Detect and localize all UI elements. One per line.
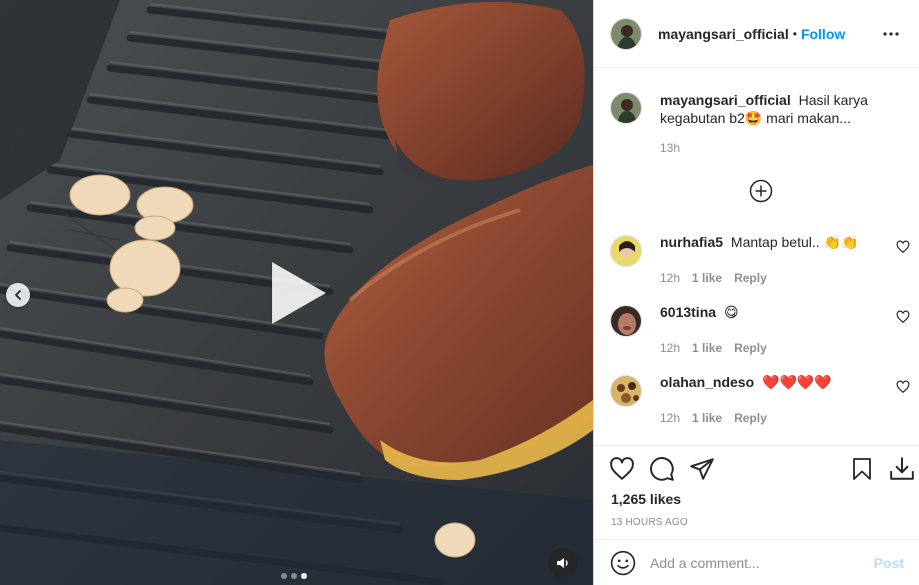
play-icon [271,261,328,325]
comment-username[interactable]: olahan_ndeso [660,374,754,390]
post-timestamp[interactable]: 13 HOURS AGO [611,517,688,528]
avatar-image [611,376,641,406]
heart-icon[interactable] [896,310,910,324]
post-sidebar: mayangsari_official • Follow mayangsari_… [593,0,919,585]
commenter-avatar[interactable] [610,305,642,337]
commenter-avatar[interactable] [610,375,642,407]
post-actions: 1,265 likes 13 HOURS AGO [594,445,919,539]
plus-circle-icon [749,179,773,203]
slide-dot [291,573,297,579]
comment-time[interactable]: 12h [660,411,680,425]
comment-text-block: olahan_ndeso ❤️❤️❤️❤️ [660,373,910,407]
post-media[interactable] [0,0,593,585]
comment-button[interactable] [648,455,676,483]
chevron-left-icon [15,290,21,300]
caption-time[interactable]: 13h [660,141,680,155]
caption-username[interactable]: mayangsari_official [660,92,791,108]
author-avatar[interactable] [610,17,642,50]
post-header: mayangsari_official • Follow [594,0,919,68]
like-button[interactable] [608,455,636,483]
avatar-image [611,236,641,266]
comment-likes[interactable]: 1 like [692,411,722,425]
emoji-icon[interactable] [610,550,636,576]
comment-item: 6013tina 😋 12h 1 like Reply [610,304,910,355]
comment-likes[interactable]: 1 like [692,341,722,355]
slide-dot-active [301,573,307,579]
play-button[interactable] [262,258,332,328]
avatar-image [611,18,641,49]
share-icon [690,458,714,480]
comment-meta: 12h 1 like Reply [660,271,910,285]
speaker-icon [557,558,568,568]
commenter-avatar[interactable] [610,235,642,267]
heart-icon [610,457,634,480]
caption-text-block: mayangsari_official Hasil karya kegabuta… [660,91,910,127]
comment-meta: 12h 1 like Reply [660,411,910,425]
comment-time[interactable]: 12h [660,271,680,285]
heart-icon[interactable] [896,380,910,394]
heart-icon[interactable] [896,240,910,254]
slide-indicator [281,573,307,579]
comment-meta: 12h 1 like Reply [660,341,910,355]
post-caption: mayangsari_official Hasil karya kegabuta… [610,91,910,155]
comment-text: Mantap betul.. 👏👏 [730,234,859,250]
download-button[interactable] [888,455,916,483]
comment-username[interactable]: 6013tina [660,304,716,320]
add-comment-bar: Post [594,539,919,585]
separator-dot: • [792,26,797,41]
comment-time[interactable]: 12h [660,341,680,355]
post-comment-button[interactable]: Post [874,555,904,571]
author-username[interactable]: mayangsari_official [658,26,789,42]
more-options-button[interactable] [879,22,903,46]
avatar-image [611,93,641,123]
comment-text: ❤️❤️❤️❤️ [762,374,832,390]
follow-button[interactable]: Follow [801,26,845,42]
caption-meta: 13h [660,141,910,155]
download-icon [890,457,914,480]
comments-section[interactable]: mayangsari_official Hasil karya kegabuta… [594,69,919,445]
comment-icon [650,457,674,481]
comment-text-block: 6013tina 😋 [660,303,910,337]
author-avatar[interactable] [610,92,642,124]
comment-text-block: nurhafia5 Mantap betul.. 👏👏 [660,233,910,267]
audio-toggle-button[interactable] [548,548,578,578]
comment-item: nurhafia5 Mantap betul.. 👏👏 12h 1 like R… [610,234,910,285]
reply-button[interactable]: Reply [734,341,767,355]
comment-likes[interactable]: 1 like [692,271,722,285]
reply-button[interactable]: Reply [734,271,767,285]
more-icon [883,31,899,36]
comment-username[interactable]: nurhafia5 [660,234,723,250]
slide-dot [281,573,287,579]
like-count[interactable]: 1,265 likes [611,491,681,507]
share-button[interactable] [688,455,716,483]
comment-text: 😋 [723,304,739,320]
comment-input[interactable] [650,554,870,571]
bookmark-icon [853,458,871,480]
comment-item: olahan_ndeso ❤️❤️❤️❤️ 12h 1 like Reply [610,374,910,425]
load-more-comments-button[interactable] [749,179,773,203]
previous-slide-button[interactable] [6,283,30,307]
reply-button[interactable]: Reply [734,411,767,425]
avatar-image [611,306,641,336]
save-button[interactable] [848,455,876,483]
